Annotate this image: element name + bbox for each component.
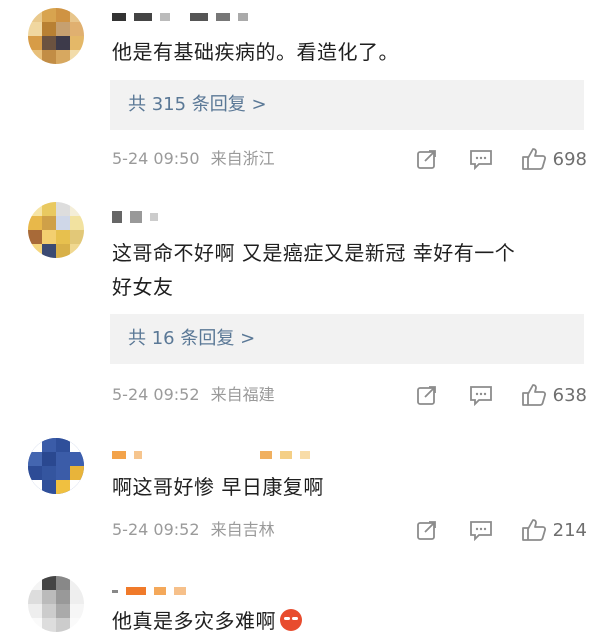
location: 来自福建 <box>210 385 275 404</box>
comment-text: 啊这哥好惨 早日康复啊 <box>112 475 324 499</box>
comment-text-content: 他真是多灾多难啊 <box>112 609 276 633</box>
timestamp: 5-24 09:50 <box>112 149 200 168</box>
comment-actions: 638 <box>407 381 587 409</box>
username[interactable] <box>112 208 158 226</box>
share-icon[interactable] <box>407 381 447 409</box>
comment-meta: 5-24 09:50 来自浙江 <box>112 149 275 169</box>
like-icon <box>521 147 547 171</box>
comment-meta: 5-24 09:52 来自福建 <box>112 385 275 405</box>
like-count: 698 <box>552 148 587 170</box>
comment-actions: 214 <box>407 516 587 544</box>
username[interactable] <box>112 8 248 26</box>
angry-face-emoji <box>280 609 302 631</box>
comment-text-line: 好女友 <box>112 275 174 299</box>
location: 来自浙江 <box>210 149 275 168</box>
share-icon[interactable] <box>407 516 447 544</box>
comment-icon[interactable] <box>461 381 501 409</box>
avatar[interactable] <box>28 438 84 494</box>
like-icon <box>521 518 547 542</box>
like-count: 214 <box>552 519 587 541</box>
like-button[interactable]: 698 <box>521 147 587 171</box>
comment-text-line: 这哥命不好啊 又是癌症又是新冠 幸好有一个 <box>112 241 516 265</box>
share-icon[interactable] <box>407 145 447 173</box>
comment-meta: 5-24 09:52 来自吉林 <box>112 520 275 540</box>
comment-icon[interactable] <box>461 516 501 544</box>
username[interactable] <box>112 582 186 600</box>
comment-text: 他是有基础疾病的。看造化了。 <box>112 40 399 64</box>
location: 来自吉林 <box>210 520 275 539</box>
username[interactable] <box>112 446 310 464</box>
avatar[interactable] <box>28 202 84 258</box>
comment-text: 这哥命不好啊 又是癌症又是新冠 幸好有一个 好女友 <box>112 236 582 304</box>
like-count: 638 <box>552 384 587 406</box>
timestamp: 5-24 09:52 <box>112 520 200 539</box>
avatar[interactable] <box>28 8 84 64</box>
comment-actions: 698 <box>407 145 587 173</box>
like-button[interactable]: 214 <box>521 518 587 542</box>
like-button[interactable]: 638 <box>521 383 587 407</box>
like-icon <box>521 383 547 407</box>
replies-link[interactable]: 共 315 条回复 > <box>110 80 584 130</box>
comment-text: 他真是多灾多难啊 <box>112 604 582 638</box>
comment-icon[interactable] <box>461 145 501 173</box>
timestamp: 5-24 09:52 <box>112 385 200 404</box>
avatar[interactable] <box>28 576 84 632</box>
replies-link[interactable]: 共 16 条回复 > <box>110 314 584 364</box>
